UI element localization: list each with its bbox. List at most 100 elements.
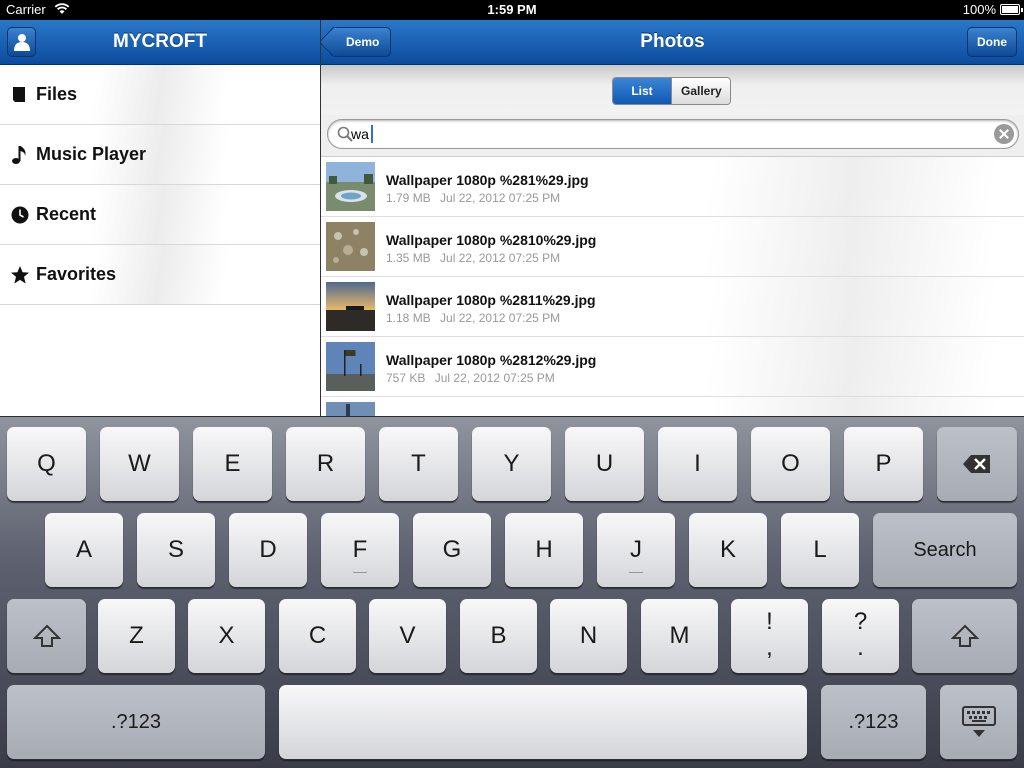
key-p[interactable]: P [844,427,923,501]
list-item[interactable] [321,397,1024,416]
file-name: Wallpaper 1080p %281%29.jpg [386,172,589,188]
photo-thumbnail [326,282,375,331]
search-input-value: wa [351,126,369,142]
sidebar: MYCROFT Files Music Player Recent Favori… [0,20,320,416]
key-l[interactable]: L [781,513,859,587]
sidebar-item-recent[interactable]: Recent [0,185,320,245]
key-v[interactable]: V [369,599,446,673]
key-u[interactable]: U [565,427,644,501]
sidebar-item-label: Recent [36,204,97,224]
file-date: Jul 22, 2012 07:25 PM [440,251,561,265]
photo-thumbnail [326,402,375,416]
period-label: . [857,634,864,661]
numbers-key-right[interactable]: .?123 [821,685,926,759]
key-m[interactable]: M [641,599,718,673]
home-row-marker [353,572,367,573]
file-size: 1.18 MB [386,311,431,325]
key-g[interactable]: G [413,513,491,587]
key-j[interactable]: J [597,513,675,587]
key-x[interactable]: X [188,599,265,673]
search-key[interactable]: Search [873,513,1017,587]
key-n[interactable]: N [550,599,627,673]
sidebar-title: MYCROFT [113,31,207,52]
gallery-segment[interactable]: Gallery [671,78,730,104]
key-s[interactable]: S [137,513,215,587]
search-bar: wa [321,115,1024,157]
file-date: Jul 22, 2012 07:25 PM [440,191,561,205]
key-k[interactable]: K [689,513,767,587]
comma-label: , [766,634,773,661]
list-item[interactable]: Wallpaper 1080p %2812%29.jpg 757 KB Jul … [321,337,1024,397]
list-segment[interactable]: List [613,78,671,104]
key-c[interactable]: C [279,599,356,673]
shift-icon [950,624,979,647]
key-e[interactable]: E [193,427,272,501]
key-r[interactable]: R [286,427,365,501]
key-o[interactable]: O [751,427,830,501]
star-icon [11,266,29,284]
question-period-key[interactable]: ? . [822,599,899,673]
clock-icon [11,206,29,224]
sidebar-item-label: Favorites [36,264,117,284]
clock-label: 1:59 PM [487,2,537,17]
file-meta: 1.18 MB Jul 22, 2012 07:25 PM [386,311,560,325]
sidebar-navbar: MYCROFT [0,20,320,65]
view-segmented-control: List Gallery [612,77,731,105]
shift-key-left[interactable] [7,599,86,673]
keyboard-hide-icon [961,706,996,737]
shift-key-right[interactable] [912,599,1017,673]
file-name: Wallpaper 1080p %2812%29.jpg [386,352,597,368]
battery-percent: 100% [962,2,996,17]
key-d[interactable]: D [229,513,307,587]
sidebar-item-favorites[interactable]: Favorites [0,245,320,305]
key-i[interactable]: I [658,427,737,501]
key-t[interactable]: T [379,427,458,501]
file-name: Wallpaper 1080p %2810%29.jpg [386,232,597,248]
status-bar: Carrier 1:59 PM 100% [0,0,1024,20]
exclaim-comma-key[interactable]: ! , [731,599,808,673]
sidebar-item-label: Files [36,84,78,104]
photo-thumbnail [326,342,375,391]
view-toggle-bar: List Gallery [321,65,1024,115]
key-q[interactable]: Q [7,427,86,501]
file-size: 1.79 MB [386,191,431,205]
file-date: Jul 22, 2012 07:25 PM [434,371,555,385]
key-z[interactable]: Z [98,599,175,673]
on-screen-keyboard: Q W E R T Y U I O P A S D F G H J K L Se… [0,416,1024,768]
key-b[interactable]: B [460,599,537,673]
key-w[interactable]: W [100,427,179,501]
key-a[interactable]: A [45,513,123,587]
exclaim-label: ! [766,608,773,635]
clear-search-icon[interactable] [994,124,1014,144]
file-size: 757 KB [386,371,426,385]
home-row-marker [629,572,643,573]
list-item[interactable]: Wallpaper 1080p %2810%29.jpg 1.35 MB Jul… [321,217,1024,277]
file-size: 1.35 MB [386,251,431,265]
list-item[interactable]: Wallpaper 1080p %281%29.jpg 1.79 MB Jul … [321,157,1024,217]
done-button[interactable]: Done [967,27,1017,57]
list-item[interactable]: Wallpaper 1080p %2811%29.jpg 1.18 MB Jul… [321,277,1024,337]
main-navbar: Demo Photos Done [321,20,1024,65]
shift-icon [32,624,61,647]
page-title: Photos [640,31,705,52]
key-j-label: J [630,536,642,563]
sidebar-item-music-player[interactable]: Music Player [0,125,320,185]
file-name: Wallpaper 1080p %2811%29.jpg [386,292,596,308]
back-button[interactable]: Demo [330,27,392,57]
backspace-key[interactable] [937,427,1017,501]
dismiss-keyboard-key[interactable] [940,685,1017,759]
text-cursor [371,125,373,143]
space-key[interactable] [279,685,807,759]
sidebar-item-files[interactable]: Files [0,65,320,125]
main-panel: Demo Photos Done List Gallery wa Wallpap… [321,20,1024,416]
backspace-icon [963,455,990,473]
key-y[interactable]: Y [472,427,551,501]
key-f-label: F [352,536,368,563]
battery-icon [1000,4,1023,15]
search-input[interactable]: wa [327,119,1019,149]
photo-thumbnail [326,222,375,271]
music-note-icon [12,146,26,164]
key-h[interactable]: H [505,513,583,587]
key-f[interactable]: F [321,513,399,587]
numbers-key-left[interactable]: .?123 [7,685,265,759]
